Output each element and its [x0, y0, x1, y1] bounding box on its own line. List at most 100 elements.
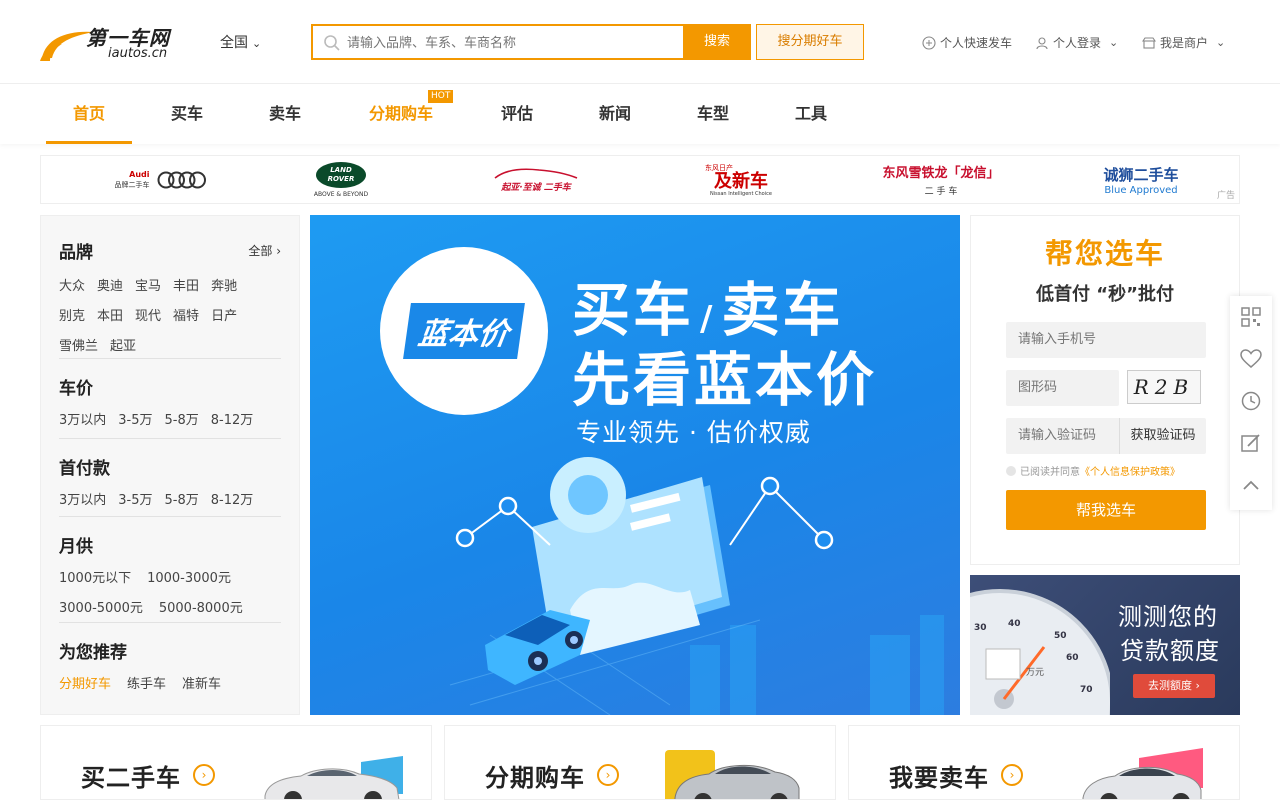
brand-link[interactable]: 丰田	[173, 273, 199, 301]
banner-headline-2: 先看蓝本价	[572, 346, 878, 414]
nav-models[interactable]: 车型	[678, 84, 748, 144]
card-title: 我要卖车	[889, 764, 989, 792]
captcha-image[interactable]: R2B	[1127, 370, 1201, 404]
monthly-link[interactable]: 1000元以下	[59, 565, 131, 593]
card-title: 分期购车	[485, 764, 585, 792]
agreement-checkbox[interactable]	[1006, 465, 1016, 476]
nav-news[interactable]: 新闻	[580, 84, 650, 144]
brand-all-link[interactable]: 全部 ›	[248, 242, 281, 259]
banner-logo-circle: 蓝本价	[380, 247, 548, 415]
gauge-tick: 60	[1066, 653, 1079, 663]
divider	[59, 438, 281, 439]
loan-test-button[interactable]: 去测额度 ›	[1133, 674, 1215, 698]
installment-search-button[interactable]: 搜分期好车	[756, 24, 864, 60]
downpay-link[interactable]: 5-8万	[165, 487, 199, 515]
back-to-top-icon[interactable]	[1230, 464, 1272, 506]
monthly-link[interactable]: 1000-3000元	[147, 565, 231, 593]
nav-evaluate[interactable]: 评估	[482, 84, 552, 144]
chevron-down-icon: ⌄	[1109, 36, 1119, 49]
card-installment[interactable]: 分期购车 ›	[444, 725, 836, 800]
brand-audi[interactable]: Audi 品牌二手车	[81, 156, 241, 203]
brand-link[interactable]: 福特	[173, 303, 199, 331]
brand-link[interactable]: 起亚	[110, 333, 136, 361]
brand-link[interactable]: 宝马	[135, 273, 161, 301]
downpay-link[interactable]: 3万以内	[59, 487, 106, 515]
monthly-link[interactable]: 5000-8000元	[159, 595, 243, 623]
history-clock-icon[interactable]	[1230, 380, 1272, 422]
nav-sell[interactable]: 卖车	[250, 84, 320, 144]
quick-post-link[interactable]: 个人快速发车	[922, 34, 1012, 51]
landrover-oval-icon: LAND ROVER	[316, 161, 366, 188]
brand-link[interactable]: 雪佛兰	[59, 333, 98, 361]
get-code-button[interactable]: 获取验证码	[1119, 418, 1206, 454]
recommend-link[interactable]: 准新车	[182, 671, 221, 699]
downpay-link[interactable]: 3-5万	[118, 487, 152, 515]
brand-link[interactable]: 日产	[211, 303, 237, 331]
brand-link[interactable]: 别克	[59, 303, 85, 331]
price-title: 车价	[59, 379, 93, 399]
hero-banner[interactable]: 蓝本价 买车 / 卖车 先看蓝本价 专业领先 · 估价权威	[310, 215, 960, 715]
nav-buy[interactable]: 买车	[152, 84, 222, 144]
landrover-tagline: ABOVE & BEYOND	[313, 190, 369, 198]
card-title: 买二手车	[81, 764, 181, 792]
search-input[interactable]	[347, 32, 667, 54]
search-box	[311, 24, 683, 60]
audi-name: Audi	[129, 169, 150, 179]
privacy-policy-link[interactable]: 《个人信息保护政策》	[1080, 463, 1180, 478]
citroen-main: 东风雪铁龙「龙信」	[882, 166, 1000, 181]
monthly-link[interactable]: 3000-5000元	[59, 595, 143, 623]
site-header: 第一车网 iautos.cn 全国 ⌄ 搜索 搜分期好车 个人快速发车 个人登录 …	[0, 0, 1280, 84]
search-button[interactable]: 搜索	[683, 24, 751, 60]
brand-link[interactable]: 本田	[97, 303, 123, 331]
downpay-title: 首付款	[59, 459, 110, 479]
car-outline-icon	[494, 168, 578, 179]
login-label: 个人登录	[1053, 36, 1102, 50]
gauge-tick: 30	[974, 623, 987, 633]
site-logo[interactable]: 第一车网 iautos.cn	[38, 22, 178, 62]
brand-link[interactable]: 奔驰	[211, 273, 237, 301]
feedback-edit-icon[interactable]	[1230, 422, 1272, 464]
brand-nissan[interactable]: 东风日产 及新车 Nissan Intelligent Choice	[681, 156, 801, 203]
monthly-section: 月供 1000元以下 1000-3000元 3000-5000元 5000-8000…	[59, 532, 281, 623]
recommend-link[interactable]: 分期好车	[59, 671, 111, 699]
login-link[interactable]: 个人登录 ⌄	[1035, 34, 1118, 51]
loan-estimate-panel[interactable]: 30 40 50 60 70 万元 测测您的 贷款额度 去测额度 ›	[970, 575, 1240, 715]
qrcode-icon[interactable]	[1230, 296, 1272, 338]
floating-toolbar	[1230, 296, 1272, 510]
downpay-section: 首付款 3万以内 3-5万 5-8万 8-12万	[59, 454, 281, 515]
captcha-input[interactable]	[1006, 370, 1119, 406]
brand-link[interactable]: 大众	[59, 273, 85, 301]
banner-tagline: 专业领先 · 估价权威	[576, 418, 811, 447]
price-link[interactable]: 5-8万	[165, 407, 199, 435]
nav-tools[interactable]: 工具	[776, 84, 846, 144]
card-sell-car[interactable]: 我要卖车 ›	[848, 725, 1240, 800]
phone-input[interactable]	[1006, 322, 1206, 358]
search-icon	[324, 35, 340, 51]
hot-badge: HOT	[428, 90, 454, 103]
gauge-tick: 50	[1054, 631, 1067, 641]
brand-link[interactable]: 奥迪	[97, 273, 123, 301]
city-selector[interactable]: 全国 ⌄	[220, 32, 261, 52]
price-link[interactable]: 3万以内	[59, 407, 106, 435]
brand-link[interactable]: 现代	[135, 303, 161, 331]
favorite-heart-icon[interactable]	[1230, 338, 1272, 380]
downpay-link[interactable]: 8-12万	[211, 487, 254, 515]
card-buy-used[interactable]: 买二手车 ›	[40, 725, 432, 800]
citroen-sub: 二 手 车	[924, 187, 958, 197]
arrow-right-icon: ›	[1001, 764, 1023, 786]
select-title: 帮您选车	[1044, 237, 1165, 270]
loan-line-1: 测测您的	[1118, 603, 1218, 631]
chevron-down-icon: ⌄	[1216, 36, 1226, 49]
nav-home[interactable]: 首页	[46, 84, 132, 144]
logo-url: iautos.cn	[108, 46, 168, 61]
recommend-link[interactable]: 练手车	[127, 671, 166, 699]
price-link[interactable]: 3-5万	[118, 407, 152, 435]
brand-kia[interactable]: 起亚·至诚 二手车	[481, 156, 591, 203]
help-select-button[interactable]: 帮我选车	[1006, 490, 1206, 530]
merchant-link[interactable]: 我是商户 ⌄	[1142, 34, 1225, 51]
price-link[interactable]: 8-12万	[211, 407, 254, 435]
divider	[59, 358, 281, 359]
brand-landrover[interactable]: LAND ROVER ABOVE & BEYOND	[281, 156, 401, 203]
brand-peugeot[interactable]: 诚狮二手车 Blue Approved	[1076, 156, 1206, 203]
brand-citroen[interactable]: 东风雪铁龙「龙信」 二 手 车	[866, 156, 1016, 203]
